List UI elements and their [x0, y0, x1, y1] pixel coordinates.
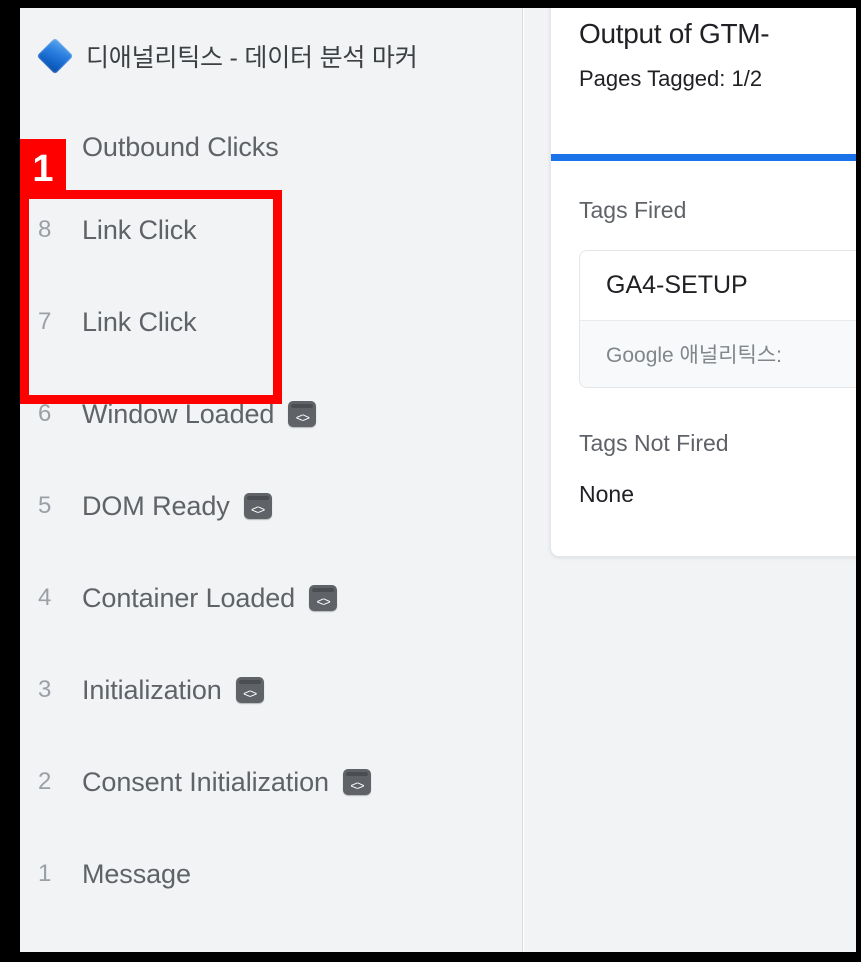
event-label: Link Click	[82, 214, 197, 245]
annotation-step-badge: 1	[20, 139, 66, 199]
code-icon-glyph: <>	[350, 778, 364, 793]
event-label: Consent Initialization	[82, 766, 329, 797]
tag-card[interactable]: GA4-SETUP Google 애널리틱스:	[579, 250, 856, 388]
code-icon: <>	[342, 769, 371, 795]
list-item-event[interactable]: 1 Message	[20, 828, 522, 920]
code-icon: <>	[288, 401, 317, 427]
event-index: 8	[38, 216, 52, 243]
event-label: DOM Ready	[82, 490, 230, 521]
tags-not-fired-section: Tags Not Fired None	[551, 388, 856, 508]
event-label: Message	[82, 858, 191, 889]
event-label: Container Loaded	[82, 582, 296, 613]
event-index: 5	[38, 492, 52, 519]
list-item-event[interactable]: 5 DOM Ready <>	[20, 460, 522, 552]
output-card-header: Output of GTM- Pages Tagged: 1/2	[551, 8, 856, 92]
event-list: Outbound Clicks 8 Link Click 7 Link Clic…	[20, 104, 522, 920]
code-icon: <>	[243, 493, 272, 519]
code-icon-glyph: <>	[243, 686, 257, 701]
tag-name: GA4-SETUP	[606, 271, 748, 299]
code-icon: <>	[309, 585, 338, 611]
output-card-title: Output of GTM-	[579, 18, 770, 49]
event-label: Window Loaded	[82, 398, 275, 429]
code-icon-glyph: <>	[295, 410, 310, 425]
code-icon: <>	[235, 677, 264, 703]
output-card: Output of GTM- Pages Tagged: 1/2 Tags Fi…	[550, 8, 856, 557]
code-icon-glyph: <>	[251, 502, 265, 517]
list-item-event[interactable]: 4 Container Loaded <>	[20, 552, 522, 644]
blue-diamond-icon	[36, 37, 74, 75]
container-title: 디애널리틱스 - 데이터 분석 마커	[86, 44, 418, 72]
list-item-summary[interactable]: Outbound Clicks	[20, 110, 522, 184]
event-index: 3	[38, 676, 52, 703]
app-viewport: 디애널리틱스 - 데이터 분석 마커 Outbound Clicks 8 Lin…	[20, 8, 856, 952]
code-icon-glyph: <>	[316, 594, 330, 609]
list-item-event[interactable]: 6 Window Loaded <>	[20, 368, 522, 460]
event-list-panel: 디애널리틱스 - 데이터 분석 마커 Outbound Clicks 8 Lin…	[20, 8, 523, 952]
list-item-event[interactable]: 7 Link Click	[20, 276, 522, 368]
event-index: 7	[38, 308, 52, 335]
event-index: 1	[38, 860, 52, 887]
list-item-event[interactable]: 2 Consent Initialization <>	[20, 736, 522, 828]
output-panel: Output of GTM- Pages Tagged: 1/2 Tags Fi…	[524, 8, 856, 952]
tags-fired-heading: Tags Fired	[579, 197, 687, 223]
list-item-event[interactable]: 8 Link Click	[20, 184, 522, 276]
event-index: 6	[38, 400, 52, 427]
tags-not-fired-value: None	[579, 481, 634, 507]
screenshot-root: 디애널리틱스 - 데이터 분석 마커 Outbound Clicks 8 Lin…	[0, 0, 861, 962]
container-header[interactable]: 디애널리틱스 - 데이터 분석 마커	[20, 8, 522, 104]
tag-type: Google 애널리틱스:	[580, 320, 856, 387]
event-index: 4	[38, 584, 52, 611]
event-index: 2	[38, 768, 52, 795]
tags-not-fired-heading: Tags Not Fired	[579, 430, 729, 456]
event-label: Outbound Clicks	[82, 131, 279, 162]
list-item-event[interactable]: 3 Initialization <>	[20, 644, 522, 736]
event-label: Link Click	[82, 306, 197, 337]
pages-tagged-status: Pages Tagged: 1/2	[579, 66, 763, 91]
event-label: Initialization	[82, 674, 222, 705]
tags-fired-section: Tags Fired GA4-SETUP Google 애널리틱스:	[551, 155, 856, 388]
